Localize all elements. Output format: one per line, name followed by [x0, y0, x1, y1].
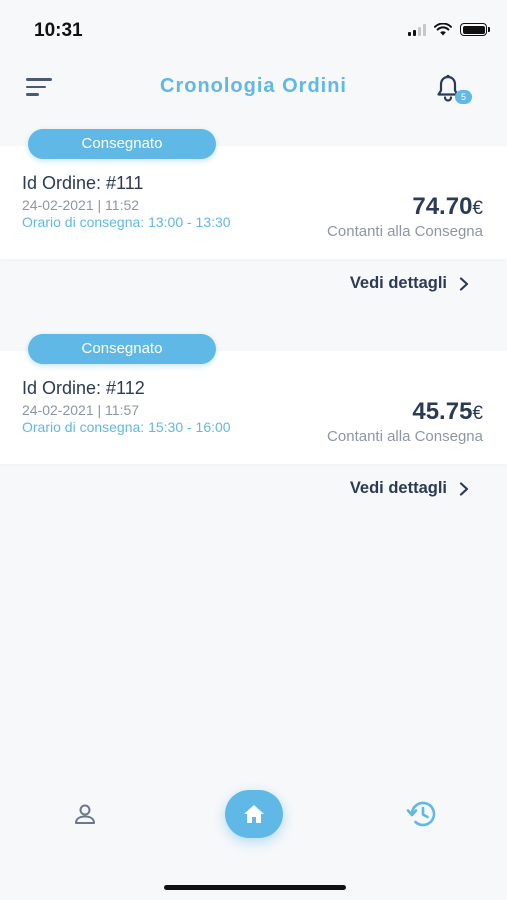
- currency-symbol: €: [472, 198, 483, 219]
- chevron-right-icon: [459, 276, 469, 291]
- payment-method: Contanti alla Consegna: [327, 223, 483, 240]
- notification-badge: 5: [455, 90, 472, 104]
- view-details-link[interactable]: Vedi dettagli: [350, 274, 469, 293]
- view-details-link[interactable]: Vedi dettagli: [350, 479, 469, 498]
- nav-home-button[interactable]: [225, 790, 283, 838]
- nav-profile-button[interactable]: [72, 802, 98, 828]
- price-value: 45.75: [412, 398, 473, 425]
- bottom-navigation: [0, 790, 507, 900]
- view-details-label: Vedi dettagli: [349, 479, 447, 497]
- history-icon: [406, 801, 436, 827]
- chevron-right-icon: [459, 481, 469, 496]
- delivery-time: Orario di consegna: 15:30 - 16:00: [22, 419, 231, 435]
- order-card-body[interactable]: Id Ordine: #111 24-02-2021 | 11:52 Orari…: [0, 146, 507, 259]
- home-icon: [244, 805, 264, 823]
- order-date: 24-02-2021 | 11:52: [22, 197, 140, 213]
- cellular-signal-icon: [408, 23, 426, 36]
- order-card-body[interactable]: Id Ordine: #112 24-02-2021 | 11:57 Orari…: [0, 351, 507, 464]
- delivery-time: Orario di consegna: 13:00 - 13:30: [22, 214, 231, 230]
- home-indicator: [164, 885, 346, 890]
- currency-symbol: €: [472, 403, 483, 424]
- battery-icon: [460, 23, 490, 36]
- price-value: 74.70: [412, 193, 473, 220]
- order-date: 24-02-2021 | 11:57: [22, 402, 140, 418]
- page-title: Cronologia Ordini: [160, 75, 347, 97]
- app-header: Cronologia Ordini 5: [0, 60, 507, 120]
- nav-history-button[interactable]: [405, 798, 439, 830]
- wifi-icon: [434, 23, 452, 36]
- status-badge: Consegnato: [28, 129, 216, 159]
- order-id: Id Ordine: #111: [22, 173, 144, 193]
- view-details-label: Vedi dettagli: [349, 274, 447, 292]
- status-time: 10:31: [34, 20, 83, 41]
- profile-icon: [75, 804, 95, 824]
- notifications-button[interactable]: 5: [435, 74, 472, 104]
- order-price: 74.70€: [412, 193, 483, 221]
- status-badge: Consegnato: [28, 334, 216, 364]
- status-bar: 10:31: [0, 0, 507, 60]
- order-price: 45.75€: [412, 398, 483, 426]
- payment-method: Contanti alla Consegna: [327, 428, 483, 445]
- order-id: Id Ordine: #112: [22, 378, 145, 398]
- status-icons: [408, 23, 490, 36]
